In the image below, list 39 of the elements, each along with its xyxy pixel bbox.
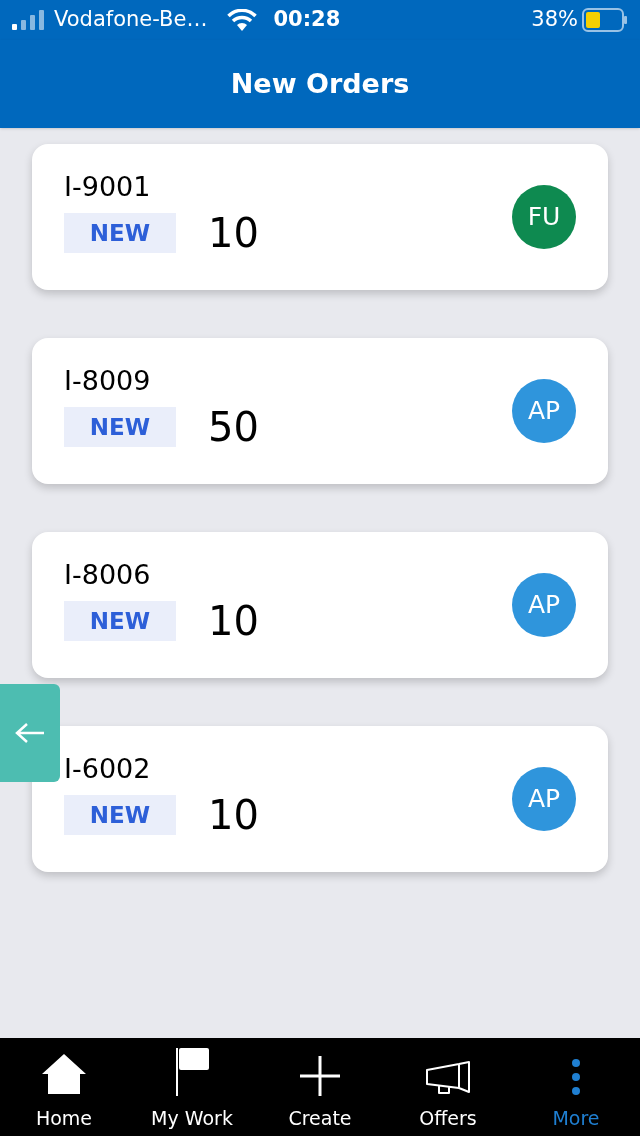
status-label: NEW [64,601,176,641]
status-label: NEW [64,407,176,447]
battery-icon [582,8,628,32]
user-avatar: AP [512,379,576,443]
back-arrow-icon [15,722,45,744]
tab-item[interactable]: My Work [128,1038,256,1136]
tab-item[interactable]: More [512,1038,640,1136]
flag-icon [174,1047,210,1096]
tab-item[interactable]: Create [256,1038,384,1136]
order-id: I-9001 [64,171,152,203]
back-button[interactable] [0,684,60,782]
user-avatar: AP [512,573,576,637]
clock-time: 00:28 [273,6,341,34]
plus-icon [300,1055,340,1096]
order-card[interactable]: I-8009 NEW 50 AP [32,338,608,484]
tab-item[interactable]: Offers [384,1038,512,1136]
battery-percent: 38% [531,6,578,34]
order-quantity: 50 [208,403,259,452]
status-label: NEW [64,795,176,835]
order-quantity: 10 [208,791,259,840]
order-quantity: 10 [208,209,259,258]
order-id: I-8009 [64,365,152,397]
order-quantity: 10 [208,597,259,646]
home-icon [40,1051,88,1096]
megaphone-icon [425,1059,471,1096]
order-card[interactable]: I-6002 NEW 10 AP [32,726,608,872]
order-id: I-6002 [64,753,152,785]
user-avatar: AP [512,767,576,831]
wifi-icon [227,9,258,31]
tab-item[interactable]: Home [0,1038,128,1136]
order-card[interactable]: I-8006 NEW 10 AP [32,532,608,678]
more-icon [571,1057,581,1096]
order-card[interactable]: I-9001 NEW 10 FU [32,144,608,290]
order-id: I-8006 [64,559,152,591]
carrier-name: Vodafone-Be… [54,6,208,34]
status-label: NEW [64,213,176,253]
user-avatar: FU [512,185,576,249]
page-title: New Orders [230,66,410,101]
signal-icon [12,10,46,30]
